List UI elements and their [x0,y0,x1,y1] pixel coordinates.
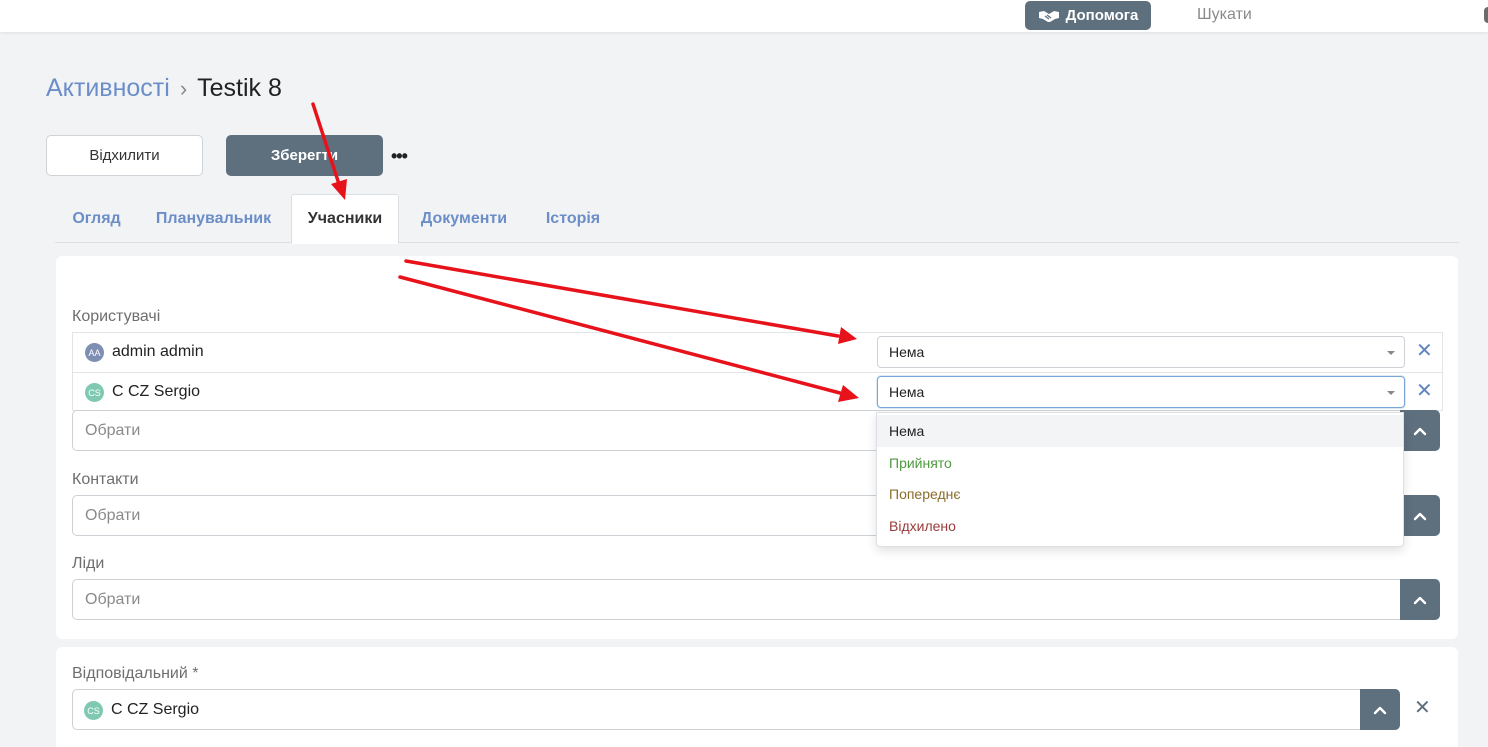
handshake-icon [1038,10,1059,22]
list-item: CS C CZ Sergio Нема ✕ [73,372,1442,411]
user-name: C CZ Sergio [112,383,201,400]
breadcrumb-parent-link[interactable]: Активності [46,74,170,103]
top-bar: Допомога [0,0,1488,32]
responsible-select-input[interactable]: CS C CZ Sergio [72,689,1361,730]
caret-down-icon [1387,351,1395,355]
remove-user-icon[interactable]: ✕ [1416,341,1433,361]
tab-overview[interactable]: Огляд [55,194,138,243]
status-option-none[interactable]: Нема [877,415,1403,447]
help-label: Допомога [1065,7,1139,24]
chevron-up-icon [1413,596,1427,604]
status-select[interactable]: Нема [877,336,1405,368]
list-item: AA admin admin Нема ✕ [73,333,1442,372]
reject-button[interactable]: Відхилити [46,135,203,176]
status-dropdown-menu: Нема Прийнято Попереднє Відхилено [876,412,1404,547]
avatar: CS [85,383,104,402]
chevron-up-icon [1373,706,1387,714]
clear-responsible-icon[interactable]: ✕ [1414,698,1431,718]
search-icon[interactable] [1484,7,1488,23]
chevron-up-icon [1413,512,1427,520]
users-label: Користувачі [72,308,161,325]
tab-planner[interactable]: Планувальник [146,194,281,243]
status-select[interactable]: Нема [877,376,1405,408]
remove-user-icon[interactable]: ✕ [1416,381,1433,401]
leads-label: Ліди [72,555,105,572]
caret-down-icon [1387,391,1395,395]
tab-history[interactable]: Історія [535,194,611,243]
avatar: CS [84,701,103,720]
help-button[interactable]: Допомога [1025,1,1151,30]
breadcrumb-separator: › [179,75,188,101]
tab-bar: Огляд Планувальник Учасники Документи Іс… [55,194,1459,244]
contacts-label: Контакти [72,471,139,488]
status-option-declined[interactable]: Відхилено [877,510,1403,542]
users-list: AA admin admin Нема ✕ CS C CZ Sergio Нем… [72,332,1443,411]
users-expand-button[interactable] [1400,410,1440,451]
status-value: Нема [889,384,925,400]
breadcrumb: Активності › Testik 8 [46,74,282,103]
save-button[interactable]: Зберегти [226,135,383,176]
page-title: Testik 8 [197,74,282,102]
tab-participants[interactable]: Учасники [291,194,399,244]
tab-documents[interactable]: Документи [410,194,518,243]
leads-expand-button[interactable] [1400,579,1440,620]
status-value: Нема [889,344,925,360]
chevron-up-icon [1413,427,1427,435]
contacts-expand-button[interactable] [1400,495,1440,536]
avatar: AA [85,343,104,362]
user-name: admin admin [112,343,204,360]
status-option-accepted[interactable]: Прийнято [877,447,1403,479]
more-options-icon[interactable]: ••• [391,146,408,167]
responsible-name: C CZ Sergio [111,700,200,718]
responsible-label: Відповідальний * [72,665,199,682]
responsible-expand-button[interactable] [1360,689,1400,730]
leads-select-input[interactable]: Обрати [72,579,1401,620]
status-option-tentative[interactable]: Попереднє [877,478,1403,510]
search-input[interactable] [1185,0,1475,30]
